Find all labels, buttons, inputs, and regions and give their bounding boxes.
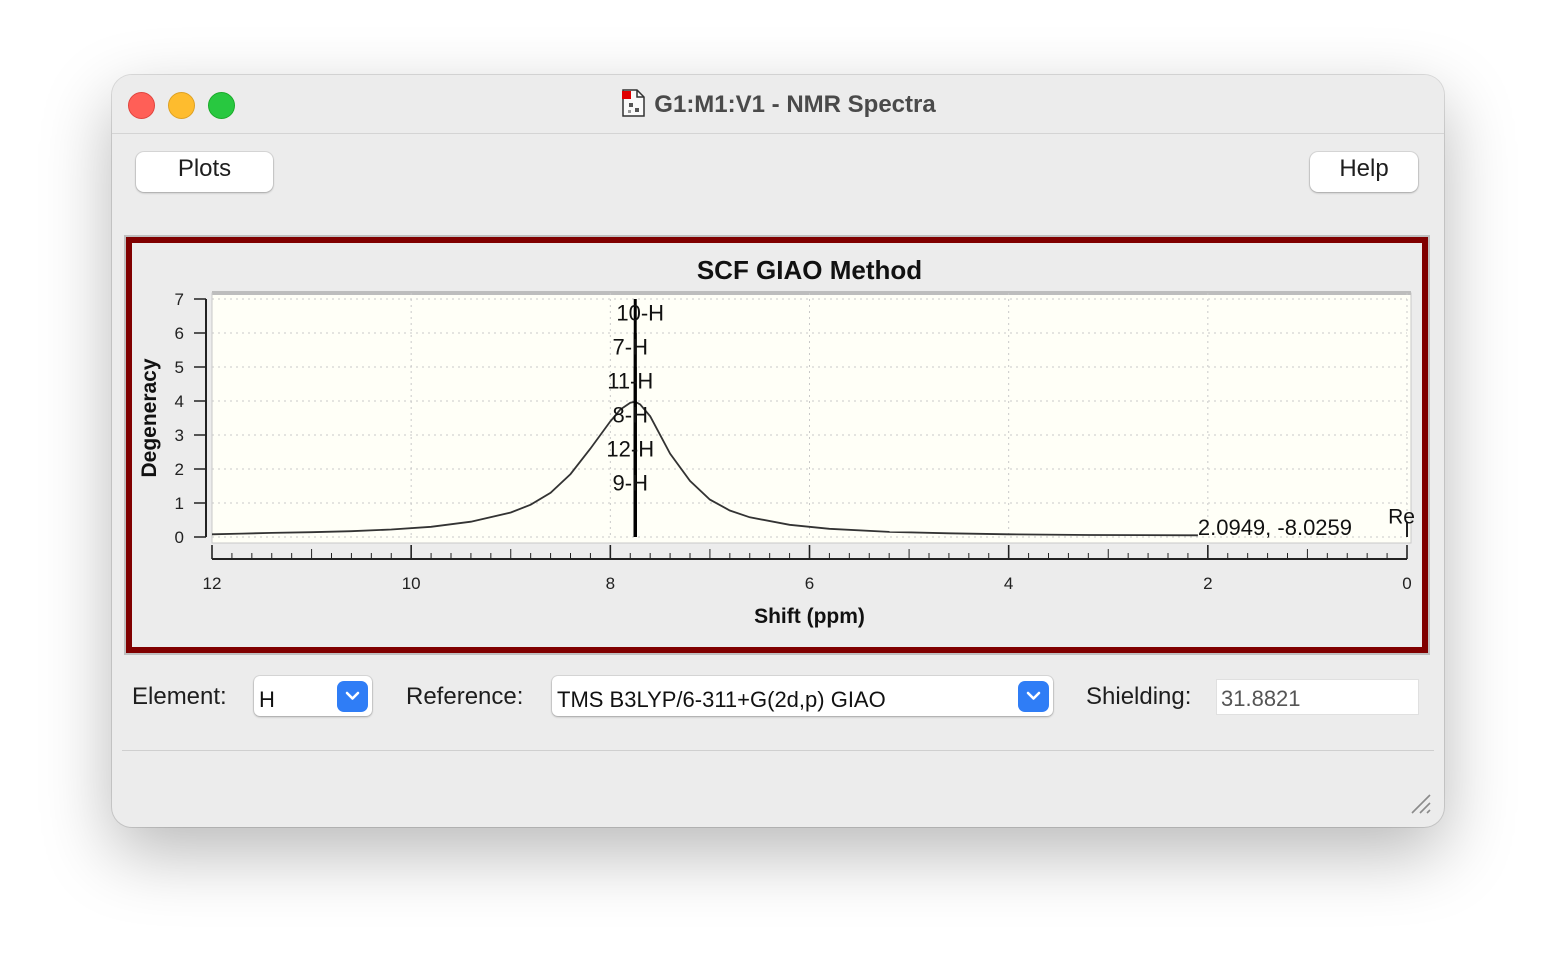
reference-select[interactable]: TMS B3LYP/6-311+G(2d,p) GIAO (552, 676, 1053, 716)
reference-label: Reference: (406, 683, 524, 710)
x-tick-label: 12 (203, 574, 222, 593)
peak-label: 10-H (616, 301, 664, 326)
peak-label: 12-H (606, 437, 654, 462)
peak-label: 9-H (613, 471, 648, 496)
window-title: G1:M1:V1 - NMR Spectra (112, 89, 1444, 119)
x-tick-label: 8 (606, 574, 615, 593)
document-icon (620, 89, 646, 117)
status-divider (122, 750, 1434, 751)
peak-label: 8-H (613, 403, 648, 428)
element-label: Element: (132, 683, 227, 710)
y-tick-label: 1 (175, 494, 184, 513)
y-tick-label: 7 (175, 290, 184, 309)
x-tick-label: 4 (1004, 574, 1013, 593)
y-tick-label: 4 (175, 392, 184, 411)
element-select[interactable]: H (254, 676, 372, 716)
chevron-down-icon[interactable] (1018, 681, 1049, 712)
window-title-text: G1:M1:V1 - NMR Spectra (654, 91, 936, 118)
plot-area (211, 292, 1412, 544)
shielding-label: Shielding: (1086, 683, 1192, 710)
title-bar[interactable]: G1:M1:V1 - NMR Spectra (112, 75, 1444, 134)
peak-label: 7-H (613, 335, 648, 360)
chevron-down-icon[interactable] (337, 681, 368, 712)
y-tick-label: 0 (175, 528, 184, 547)
help-button[interactable]: Help (1310, 152, 1418, 192)
nmr-plot-panel[interactable]: SCF GIAO Method 0 1 2 3 4 5 6 7 Degeneracy 12 10 8 6 4… (126, 237, 1428, 653)
y-axis-label: Degeneracy (138, 358, 161, 477)
y-tick-label: 5 (175, 358, 184, 377)
shielding-field[interactable]: 31.8821 (1216, 679, 1419, 715)
y-tick-label: 6 (175, 324, 184, 343)
peak-label: 11-H (607, 369, 653, 394)
x-tick-label: 6 (805, 574, 814, 593)
chart-title: SCF GIAO Method (697, 255, 922, 285)
x-tick-label: 10 (402, 574, 421, 593)
y-tick-label: 3 (175, 426, 184, 445)
resize-grip-icon[interactable] (1408, 791, 1432, 815)
reference-label: Re (1388, 505, 1415, 528)
element-select-value: H (259, 687, 275, 712)
spectrum-controls: Element: H Reference: TMS B3LYP/6-311+G(… (112, 675, 1444, 721)
x-tick-label: 2 (1203, 574, 1212, 593)
nmr-spectra-window: G1:M1:V1 - NMR Spectra Plots Help SCF GI… (112, 75, 1444, 827)
nmr-spectrum-chart[interactable]: SCF GIAO Method01234567Degeneracy12 10 8 6 4… (132, 243, 1422, 647)
cursor-readout: 2.0949, -8.0259 (1198, 515, 1352, 540)
reference-select-value: TMS B3LYP/6-311+G(2d,p) GIAO (557, 687, 886, 712)
x-axis-label: Shift (ppm) (754, 605, 865, 628)
y-tick-label: 2 (175, 460, 184, 479)
plots-button[interactable]: Plots (136, 152, 273, 192)
x-tick-label: 0 (1402, 574, 1411, 593)
